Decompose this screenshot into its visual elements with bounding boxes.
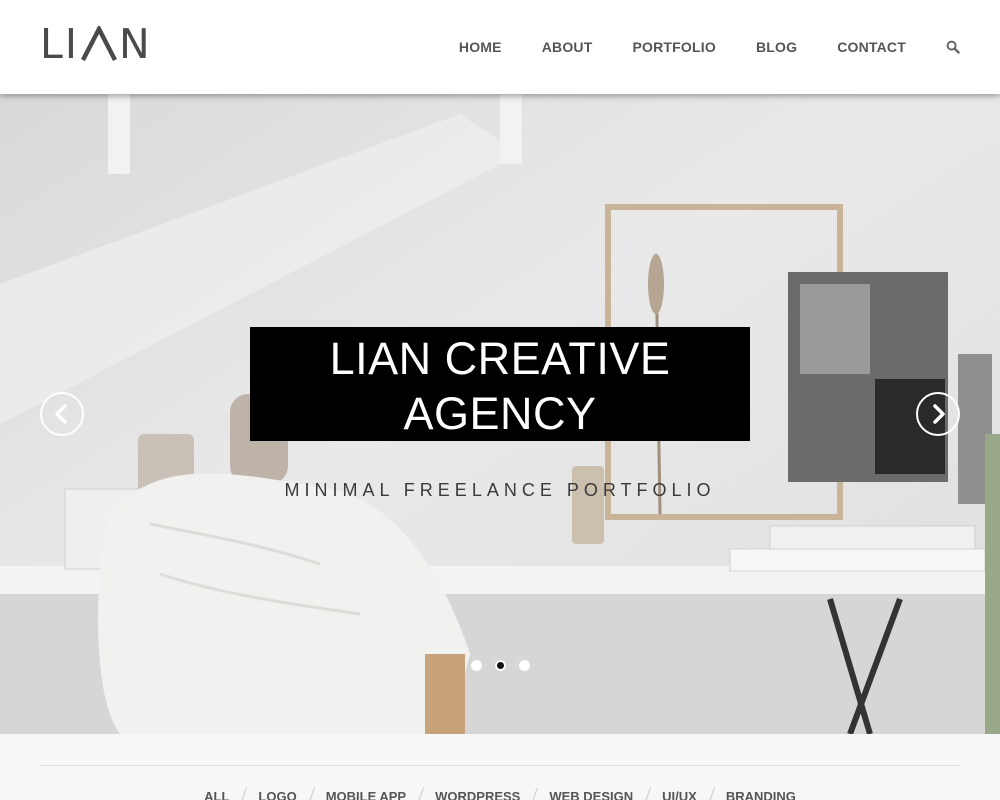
nav-portfolio[interactable]: PORTFOLIO <box>632 39 715 55</box>
hero-title-line2: AGENCY <box>403 388 597 439</box>
logo-letter-n: N <box>118 20 152 68</box>
filter-separator <box>417 787 425 800</box>
portfolio-filters: ALL LOGO MOBILE APP WORDPRESS WEB DESIGN… <box>0 787 1000 800</box>
slider-prev-button[interactable] <box>40 392 84 436</box>
search-icon[interactable] <box>946 40 960 54</box>
filter-separator <box>531 787 539 800</box>
filter-wordpress[interactable]: WORDPRESS <box>435 789 520 800</box>
slider-dot-2[interactable] <box>494 660 506 671</box>
site-logo[interactable]: L I N <box>40 20 152 68</box>
main-nav: HOME ABOUT PORTFOLIO BLOG CONTACT <box>459 0 960 94</box>
hero-subtitle: MINIMAL FREELANCE PORTFOLIO <box>284 480 716 500</box>
chevron-right-icon <box>933 404 945 424</box>
divider <box>40 765 960 766</box>
nav-home[interactable]: HOME <box>459 39 502 55</box>
slider-pagination <box>0 660 1000 671</box>
filter-logo[interactable]: LOGO <box>258 789 296 800</box>
portfolio-filter-section: ALL LOGO MOBILE APP WORDPRESS WEB DESIGN… <box>0 734 1000 800</box>
hero-slider: LIAN CREATIVE AGENCY MINIMAL FREELANCE P… <box>0 94 1000 734</box>
logo-letter-i: I <box>64 20 79 68</box>
slider-dot-3[interactable] <box>518 660 530 671</box>
filter-separator <box>307 787 315 800</box>
logo-triangle-icon <box>80 26 117 62</box>
filter-separator <box>240 787 248 800</box>
chevron-left-icon <box>55 404 67 424</box>
filter-all[interactable]: ALL <box>204 789 229 800</box>
filter-ui-ux[interactable]: UI/UX <box>662 789 697 800</box>
filter-separator <box>644 787 652 800</box>
filter-mobile-app[interactable]: MOBILE APP <box>326 789 406 800</box>
nav-blog[interactable]: BLOG <box>756 39 797 55</box>
site-header: L I N HOME ABOUT PORTFOLIO BLOG CONTACT <box>0 0 1000 94</box>
nav-contact[interactable]: CONTACT <box>837 39 906 55</box>
filter-web-design[interactable]: WEB DESIGN <box>549 789 633 800</box>
slider-dot-1[interactable] <box>470 660 482 671</box>
hero-title-line1: LIAN CREATIVE <box>329 333 671 384</box>
logo-letter-l: L <box>40 20 65 68</box>
filter-separator <box>707 787 715 800</box>
slider-next-button[interactable] <box>916 392 960 436</box>
nav-about[interactable]: ABOUT <box>542 39 593 55</box>
filter-branding[interactable]: BRANDING <box>726 789 796 800</box>
hero-title: LIAN CREATIVE AGENCY <box>250 327 750 441</box>
